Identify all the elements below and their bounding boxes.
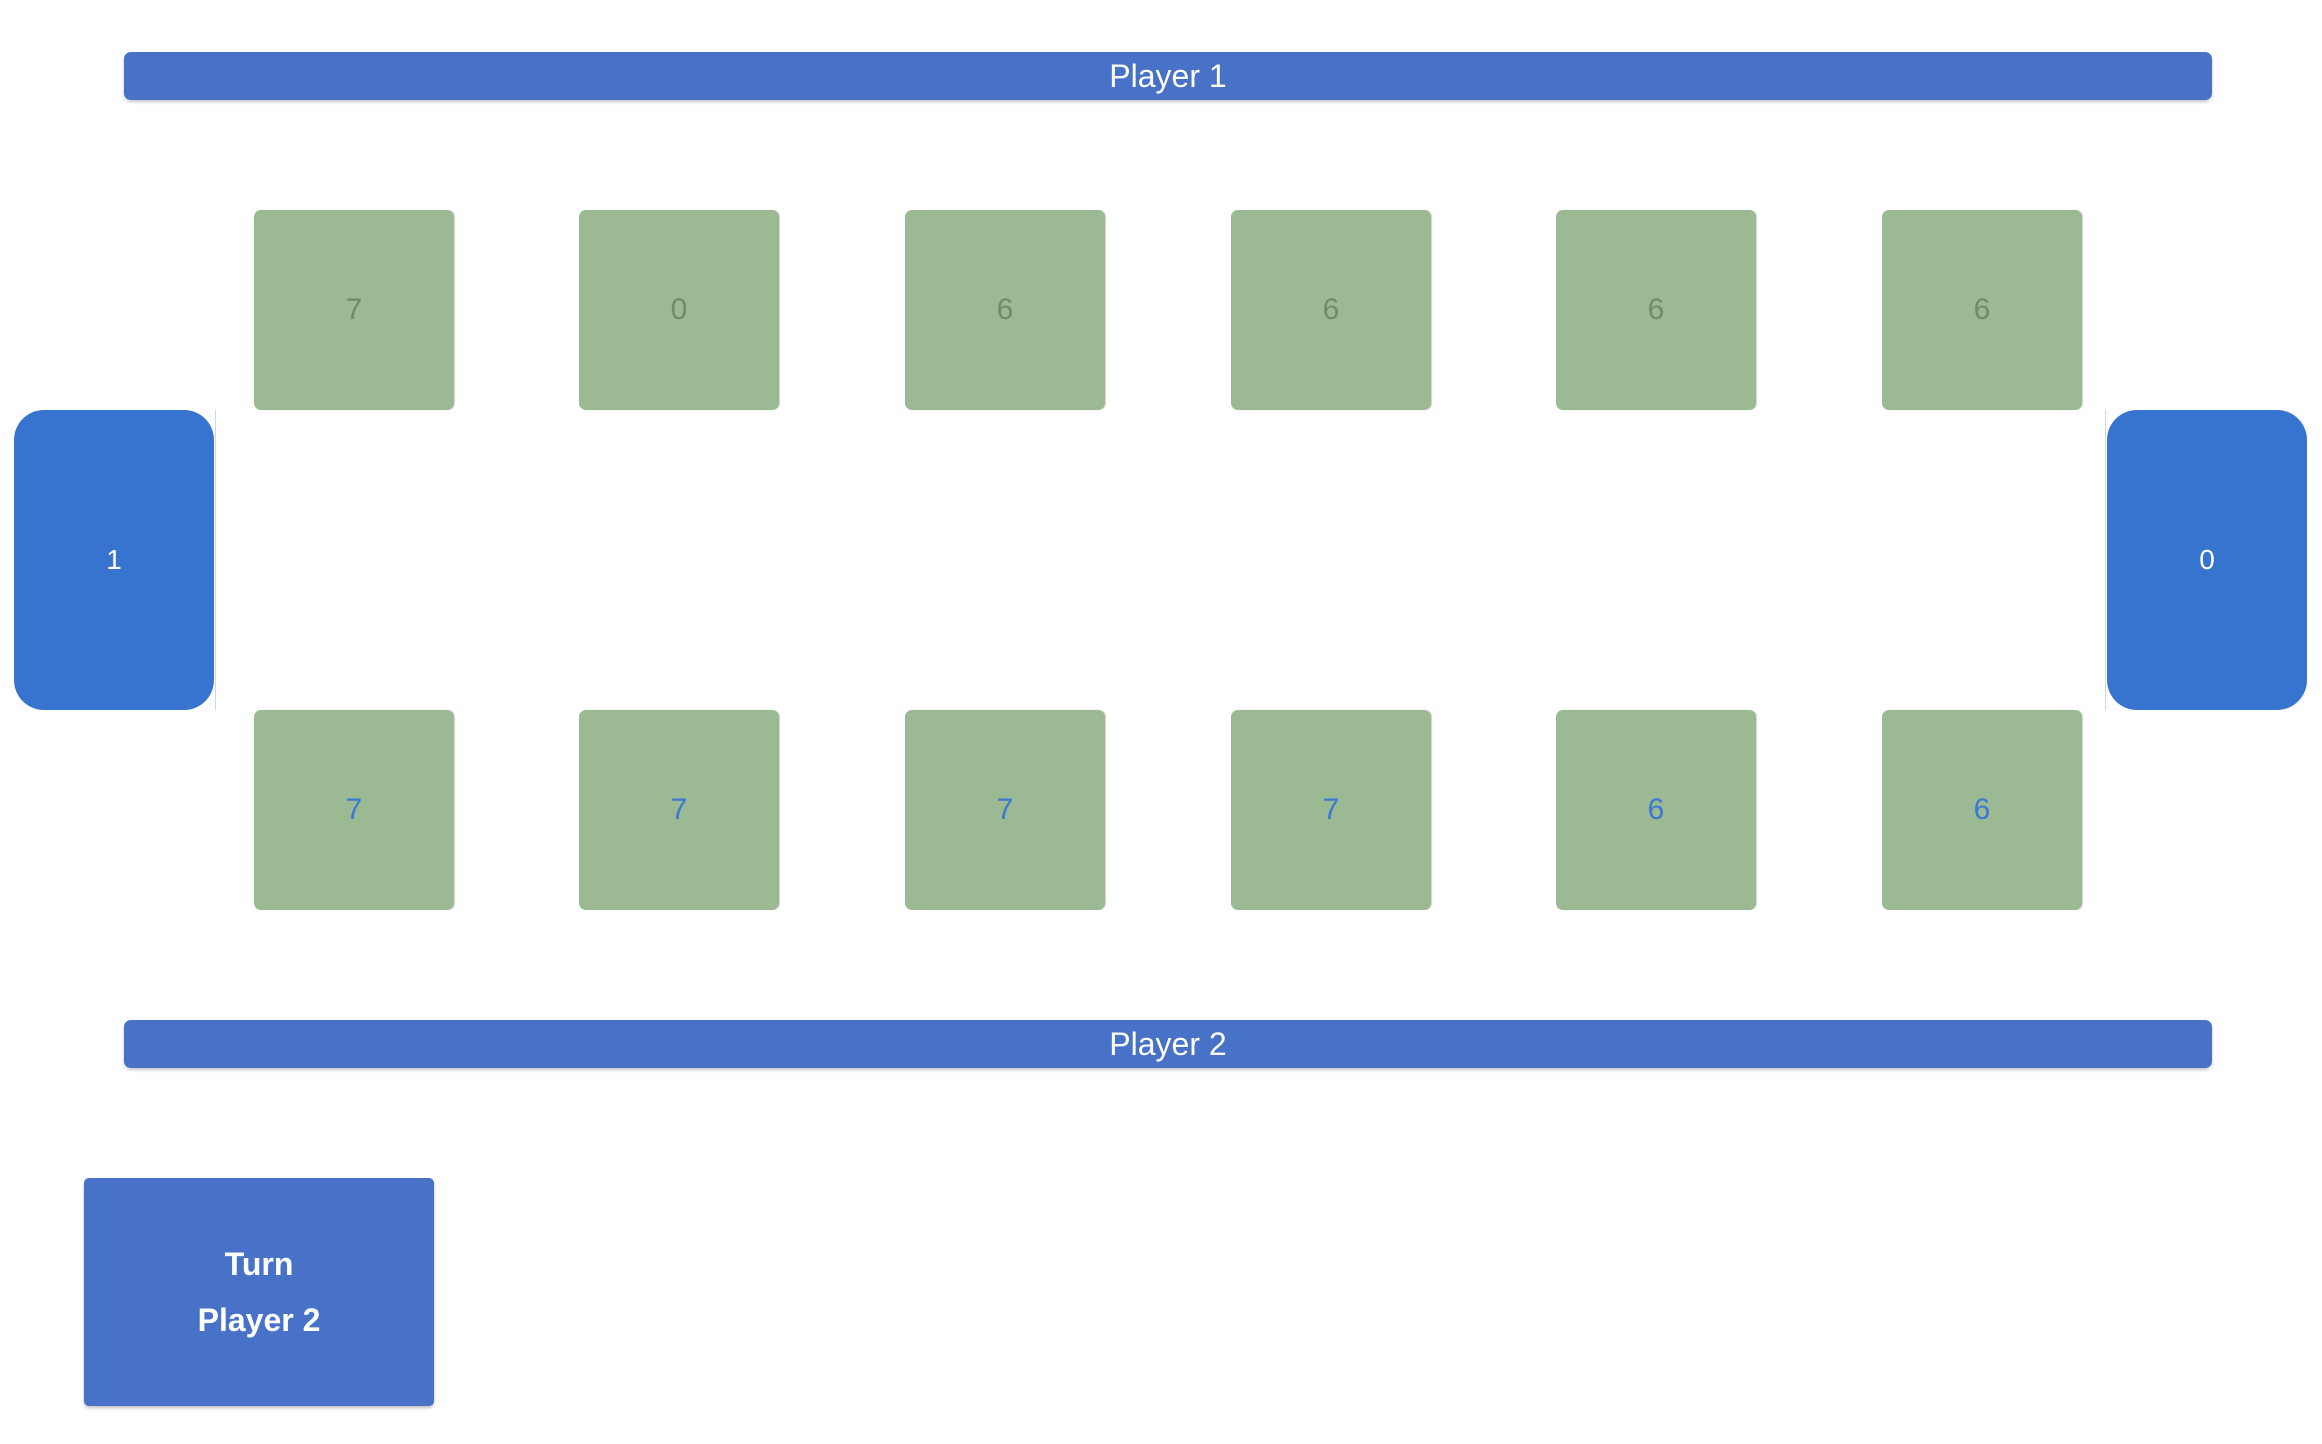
store-right-count: 0 (2199, 544, 2215, 575)
store-right-divider (2105, 410, 2106, 710)
turn-title: Turn (224, 1246, 294, 1282)
player-1-pit[interactable]: 7 (254, 210, 454, 410)
pit-seed-count: 7 (670, 793, 688, 826)
player-2-pit[interactable]: 7 (254, 710, 454, 910)
player-2-banner: Player 2 (124, 1020, 2212, 1068)
pit-seed-count: 6 (1647, 793, 1665, 826)
player-1-pit[interactable]: 6 (1882, 210, 2082, 410)
pit-seed-count: 7 (1322, 793, 1340, 826)
pit-seed-count: 6 (996, 293, 1014, 326)
store-left-count: 1 (106, 544, 122, 575)
pit-seed-count: 6 (1647, 293, 1665, 326)
pit-seed-count: 7 (345, 793, 363, 826)
pit-seed-count: 7 (345, 293, 363, 326)
pit-seed-count: 6 (1973, 793, 1991, 826)
player-2-label: Player 2 (1109, 1025, 1227, 1062)
pit-seed-count: 6 (1973, 293, 1991, 326)
player-2-pit-row: 7 7 7 7 6 6 (254, 710, 2084, 910)
pit-seed-count: 0 (670, 293, 688, 326)
player-2-pit[interactable]: 6 (1882, 710, 2082, 910)
store-left: 1 (14, 410, 214, 710)
player-1-pit[interactable]: 0 (579, 210, 779, 410)
player-2-pit[interactable]: 7 (1231, 710, 1431, 910)
pit-seed-count: 6 (1322, 293, 1340, 326)
pit-seed-count: 7 (996, 793, 1014, 826)
player-2-pit[interactable]: 7 (905, 710, 1105, 910)
player-1-label: Player 1 (1109, 57, 1227, 94)
turn-player: Player 2 (197, 1302, 321, 1338)
player-1-pit-row: 7 0 6 6 6 6 (254, 210, 2084, 410)
player-2-pit[interactable]: 6 (1556, 710, 1756, 910)
player-1-pit[interactable]: 6 (1556, 210, 1756, 410)
store-left-divider (215, 410, 216, 710)
turn-indicator: Turn Player 2 (84, 1178, 434, 1406)
player-2-pit[interactable]: 7 (579, 710, 779, 910)
player-1-pit[interactable]: 6 (905, 210, 1105, 410)
player-1-pit[interactable]: 6 (1231, 210, 1431, 410)
store-right: 0 (2107, 410, 2307, 710)
player-1-banner: Player 1 (124, 52, 2212, 100)
